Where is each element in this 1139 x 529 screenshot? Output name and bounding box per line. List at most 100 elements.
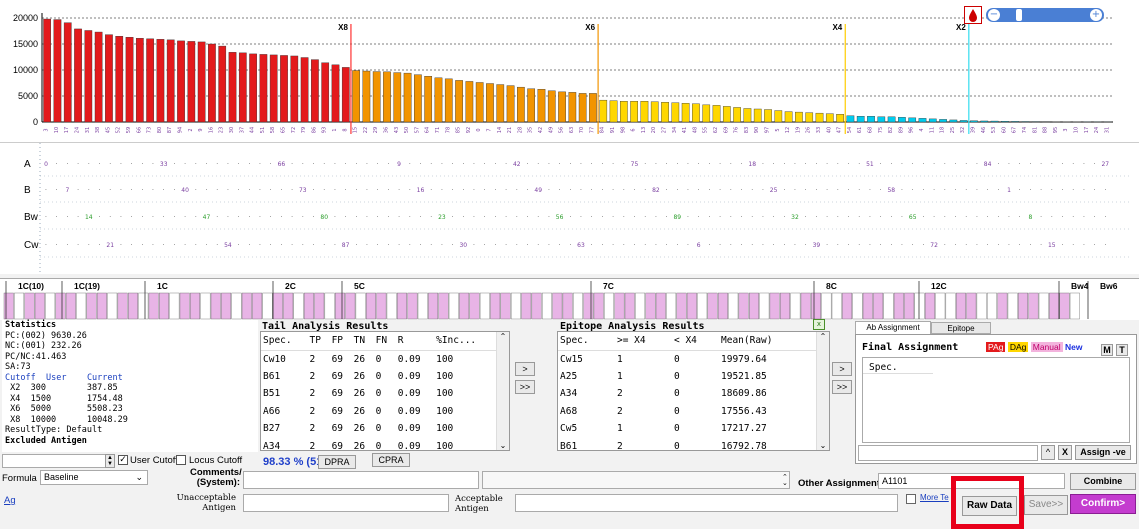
tail-column-header[interactable]: TP [307,332,330,351]
bar[interactable] [630,100,638,123]
matrix-cell[interactable]: · [259,187,261,194]
antigen-cell[interactable] [583,292,594,320]
bar[interactable] [712,105,721,123]
matrix-cell[interactable]: · [965,161,967,168]
matrix-cell[interactable]: · [473,214,475,221]
matrix-cell[interactable]: · [452,214,454,221]
antigen-cell[interactable] [997,292,1008,320]
bar[interactable] [372,71,381,123]
matrix-cell[interactable]: · [634,242,636,249]
matrix-cell[interactable]: · [676,242,678,249]
matrix-cell[interactable]: · [238,214,240,221]
bar[interactable] [496,84,505,123]
antigen-cell[interactable] [573,292,583,320]
bar[interactable] [63,22,72,123]
matrix-cell[interactable]: · [1104,214,1106,221]
matrix-cell[interactable]: · [323,242,325,249]
matrix-cell[interactable]: 33 [160,161,168,168]
antigen-cell[interactable] [645,292,656,320]
matrix-cell[interactable]: · [559,187,561,194]
matrix-cell[interactable]: · [88,161,90,168]
unacceptable-antigen-input[interactable] [243,494,449,512]
bar[interactable] [475,82,484,123]
matrix-cell[interactable]: · [762,214,764,221]
epitope-column-header[interactable]: Mean(Raw) [719,332,816,351]
antigen-cell[interactable] [531,292,542,320]
matrix-cell[interactable]: · [152,214,154,221]
matrix-cell[interactable]: · [1008,242,1010,249]
matrix-cell[interactable]: 80 [320,214,328,221]
bar[interactable] [733,107,741,123]
table-row[interactable]: A25 1 0 19521.85 [558,368,816,386]
matrix-cell[interactable]: · [890,242,892,249]
antigen-cell[interactable] [45,292,56,320]
antigen-cell[interactable] [769,292,780,320]
antigen-cell[interactable] [438,292,449,320]
matrix-cell[interactable]: · [1040,161,1042,168]
matrix-cell[interactable]: · [933,214,935,221]
matrix-cell[interactable]: · [462,214,464,221]
bar[interactable] [94,31,103,123]
matrix-cell[interactable]: · [1029,242,1031,249]
matrix-cell[interactable]: · [687,187,689,194]
matrix-cell[interactable]: · [173,161,175,168]
matrix-cell[interactable]: · [409,161,411,168]
matrix-cell[interactable]: · [955,242,957,249]
matrix-cell[interactable]: · [77,214,79,221]
matrix-cell[interactable]: · [751,187,753,194]
matrix-cell[interactable]: · [880,214,882,221]
matrix-cell[interactable]: · [462,161,464,168]
matrix-cell[interactable]: · [537,161,539,168]
antigen-cell[interactable] [127,292,138,320]
matrix-cell[interactable]: 58 [887,187,895,194]
matrix-cell[interactable]: · [291,242,293,249]
tab-epitope-assignment[interactable]: Epitope Assignment [931,322,991,344]
antigen-cell[interactable] [386,292,397,320]
matrix-cell[interactable]: · [869,187,871,194]
matrix-cell[interactable]: · [195,242,197,249]
matrix-cell[interactable]: · [109,187,111,194]
matrix-cell[interactable]: · [719,161,721,168]
antigen-cell[interactable] [1028,292,1039,320]
matrix-cell[interactable]: · [837,242,839,249]
matrix-cell[interactable]: · [280,242,282,249]
matrix-cell[interactable]: 23 [438,214,446,221]
antigen-cell[interactable] [428,292,439,320]
matrix-cell[interactable]: · [152,242,154,249]
matrix-cell[interactable]: · [120,214,122,221]
matrix-cell[interactable]: · [163,187,165,194]
matrix-cell[interactable]: · [837,187,839,194]
matrix-cell[interactable]: · [623,187,625,194]
bar[interactable] [228,52,237,123]
antigen-cell[interactable] [448,292,459,320]
matrix-cell[interactable]: · [944,214,946,221]
matrix-cell[interactable]: · [676,187,678,194]
matrix-cell[interactable]: · [976,214,978,221]
antigen-cell[interactable] [811,292,821,320]
tail-analysis-table[interactable]: Spec. TP FP TN FN R %Inc... Cw10 2 69 26 0 0.09 100 B6… [260,331,510,451]
matrix-cell[interactable]: · [1083,161,1085,168]
antigen-cell[interactable] [469,292,480,320]
matrix-cell[interactable]: · [944,242,946,249]
matrix-cell[interactable]: · [345,214,347,221]
matrix-cell[interactable]: · [1019,242,1021,249]
matrix-cell[interactable]: 14 [85,214,93,221]
bar[interactable] [619,100,628,123]
bar[interactable] [661,102,669,123]
matrix-cell[interactable]: · [1062,161,1064,168]
matrix-cell[interactable]: 27 [1101,161,1109,168]
bar[interactable] [815,112,824,123]
matrix-cell[interactable]: · [569,242,571,249]
matrix-cell[interactable]: · [623,242,625,249]
bar[interactable] [825,113,834,123]
matrix-cell[interactable]: · [601,214,603,221]
spinner-button[interactable]: ▲ ▼ [105,454,115,468]
bar[interactable] [259,54,268,123]
antigen-cell[interactable] [148,292,159,320]
bar[interactable] [403,72,412,123]
matrix-cell[interactable]: 51 [866,161,874,168]
bar[interactable] [609,100,618,123]
matrix-cell[interactable]: · [591,242,593,249]
matrix-cell[interactable]: · [291,187,293,194]
matrix-cell[interactable]: 42 [513,161,521,168]
